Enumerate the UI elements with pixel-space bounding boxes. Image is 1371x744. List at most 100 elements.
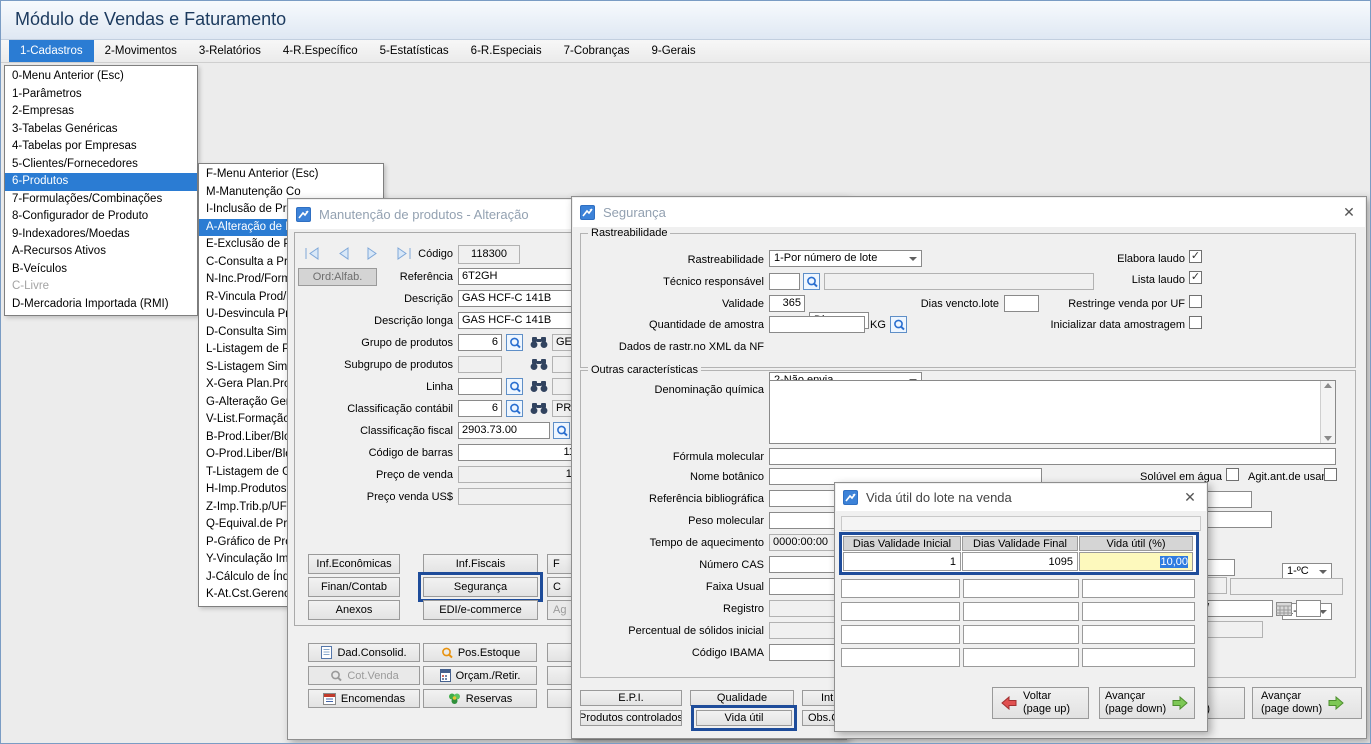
restringe-uf-checkbox[interactable] — [1189, 295, 1202, 308]
seguranca-button[interactable]: Segurança — [423, 577, 538, 597]
tab-r-especifico[interactable]: 4-R.Específico — [272, 40, 369, 62]
tab-cadastros[interactable]: 1-Cadastros — [9, 40, 94, 62]
encomendas-button[interactable]: Encomendas — [308, 689, 420, 708]
menu-item-indexadores[interactable]: 9-Indexadores/Moedas — [5, 226, 197, 244]
edi-ecommerce-button[interactable]: EDI/e-commerce — [423, 600, 538, 620]
tab-gerais[interactable]: 9-Gerais — [640, 40, 706, 62]
tab-estatisticas[interactable]: 5-Estatísticas — [369, 40, 460, 62]
cell[interactable] — [1082, 579, 1195, 598]
elabora-laudo-checkbox[interactable]: ✓ — [1189, 250, 1202, 263]
security-window-titlebar[interactable]: Segurança ✕ — [573, 198, 1365, 227]
agit-checkbox[interactable] — [1324, 468, 1337, 481]
finan-contab-button[interactable]: Finan/Contab — [308, 577, 400, 597]
cell[interactable] — [1082, 625, 1195, 644]
lifespan-dialog-titlebar[interactable]: Vida útil do lote na venda ✕ — [836, 484, 1206, 511]
menu-item-tabelas-empresas[interactable]: 4-Tabelas por Empresas — [5, 138, 197, 156]
menu-item-tabelas-genericas[interactable]: 3-Tabelas Genéricas — [5, 121, 197, 139]
menu-item-produtos[interactable]: 6-Produtos — [5, 173, 197, 191]
tab-movimentos[interactable]: 2-Movimentos — [94, 40, 188, 62]
qtd-amostra-field[interactable] — [769, 316, 865, 333]
cell[interactable] — [841, 648, 960, 667]
cell[interactable] — [841, 625, 960, 644]
cell-row0-dias-inicial[interactable]: 1 — [843, 552, 961, 571]
menu-item-empresas[interactable]: 2-Empresas — [5, 103, 197, 121]
tempo-aquec-label: Tempo de aquecimento — [602, 537, 764, 549]
col-header-dias-final[interactable]: Dias Validade Final — [962, 536, 1078, 551]
menu-item-formulacoes[interactable]: 7-Formulações/Combinações — [5, 191, 197, 209]
menu-item-mercadoria-importada[interactable]: D-Mercadoria Importada (RMI) — [5, 296, 197, 314]
inicializar-amostragem-checkbox[interactable] — [1189, 316, 1202, 329]
submenu-item-menu-anterior[interactable]: F-Menu Anterior (Esc) — [199, 166, 383, 184]
tecnico-search-button[interactable] — [803, 273, 820, 290]
linha-search-button[interactable] — [506, 378, 523, 395]
col-header-dias-inicial[interactable]: Dias Validade Inicial — [843, 536, 961, 551]
binoculars-icon[interactable] — [529, 402, 549, 415]
dialog-voltar-button[interactable]: Voltar (page up) — [992, 687, 1089, 719]
menu-item-recursos-ativos[interactable]: A-Recursos Ativos — [5, 243, 197, 261]
menu-item-configurador[interactable]: 8-Configurador de Produto — [5, 208, 197, 226]
document-icon — [321, 646, 332, 659]
tab-r-especiais[interactable]: 6-R.Especiais — [460, 40, 553, 62]
menu-item-parametros[interactable]: 1-Parâmetros — [5, 86, 197, 104]
dialog-avancar-button[interactable]: Avançar (page down) — [1099, 687, 1195, 719]
menu-item-veiculos[interactable]: B-Veículos — [5, 261, 197, 279]
col-header-vida-util[interactable]: Vida útil (%) — [1079, 536, 1193, 551]
scroll-down-icon[interactable] — [1324, 436, 1332, 441]
partial-field-3[interactable] — [1205, 559, 1235, 576]
grupo-search-button[interactable] — [506, 334, 523, 351]
cell-row0-dias-final[interactable]: 1095 — [962, 552, 1078, 571]
menu-item-menu-anterior[interactable]: 0-Menu Anterior (Esc) — [5, 68, 197, 86]
scroll-up-icon[interactable] — [1324, 383, 1332, 388]
close-icon[interactable]: ✕ — [1340, 204, 1358, 221]
qualidade-button[interactable]: Qualidade — [690, 690, 794, 706]
menu-item-clientes-fornecedores[interactable]: 5-Clientes/Fornecedores — [5, 156, 197, 174]
class-contabil-field[interactable]: 6 — [458, 400, 502, 417]
qtd-amostra-search-button[interactable] — [890, 316, 907, 333]
binoculars-icon[interactable] — [529, 380, 549, 393]
inf-economicas-button[interactable]: Inf.Econômicas — [308, 554, 400, 574]
produtos-controlados-button[interactable]: Produtos controlados — [580, 710, 682, 726]
calendar-picker-icon[interactable] — [1276, 602, 1292, 616]
linha-field[interactable] — [458, 378, 502, 395]
cell[interactable] — [963, 625, 1079, 644]
reservas-button[interactable]: Reservas — [423, 689, 537, 708]
inf-fiscais-button[interactable]: Inf.Fiscais — [423, 554, 538, 574]
anexos-button[interactable]: Anexos — [308, 600, 400, 620]
security-avancar-button[interactable]: Avançar (page down) — [1252, 687, 1362, 719]
cell[interactable] — [1082, 602, 1195, 621]
denominacao-scrollbar[interactable] — [1320, 381, 1335, 443]
class-contabil-search-button[interactable] — [506, 400, 523, 417]
orcam-retir-button[interactable]: Orçam./Retir. — [423, 666, 537, 685]
binoculars-icon[interactable] — [529, 358, 549, 371]
grupo-field[interactable]: 6 — [458, 334, 502, 351]
cell[interactable] — [841, 579, 960, 598]
tab-cobrancas[interactable]: 7-Cobranças — [553, 40, 641, 62]
tecnico-field[interactable] — [769, 273, 800, 290]
ref-biblio-label: Referência bibliográfica — [602, 493, 764, 505]
binoculars-icon[interactable] — [529, 336, 549, 349]
soluvel-checkbox[interactable] — [1226, 468, 1239, 481]
partial-field-6[interactable] — [1296, 600, 1321, 617]
validade-field[interactable]: 365 — [769, 295, 805, 312]
date-field[interactable]: / — [1202, 600, 1273, 617]
dad-consolid-button[interactable]: Dad.Consolid. — [308, 643, 420, 662]
rastreabilidade-select[interactable]: 1-Por número de lote — [769, 250, 922, 267]
cell[interactable] — [963, 602, 1079, 621]
vida-util-button[interactable]: Vida útil — [696, 710, 792, 726]
cell[interactable] — [963, 648, 1079, 667]
lista-laudo-checkbox[interactable]: ✓ — [1189, 271, 1202, 284]
close-icon[interactable]: ✕ — [1181, 489, 1199, 506]
class-fiscal-search-button[interactable] — [553, 422, 570, 439]
cell[interactable] — [963, 579, 1079, 598]
cell-row0-vida-util[interactable]: 10,00 — [1079, 552, 1193, 571]
cell[interactable] — [841, 602, 960, 621]
tab-relatorios[interactable]: 3-Relatórios — [188, 40, 272, 62]
class-fiscal-field[interactable]: 2903.73.00 — [458, 422, 550, 439]
cell[interactable] — [1082, 648, 1195, 667]
epi-button[interactable]: E.P.I. — [580, 690, 682, 706]
denominacao-textarea[interactable] — [769, 380, 1336, 444]
pos-estoque-button[interactable]: Pos.Estoque — [423, 643, 537, 662]
formula-field[interactable] — [769, 448, 1336, 465]
partial-field-1[interactable] — [1205, 491, 1252, 508]
cod-barras-field[interactable]: 118 — [458, 444, 585, 461]
